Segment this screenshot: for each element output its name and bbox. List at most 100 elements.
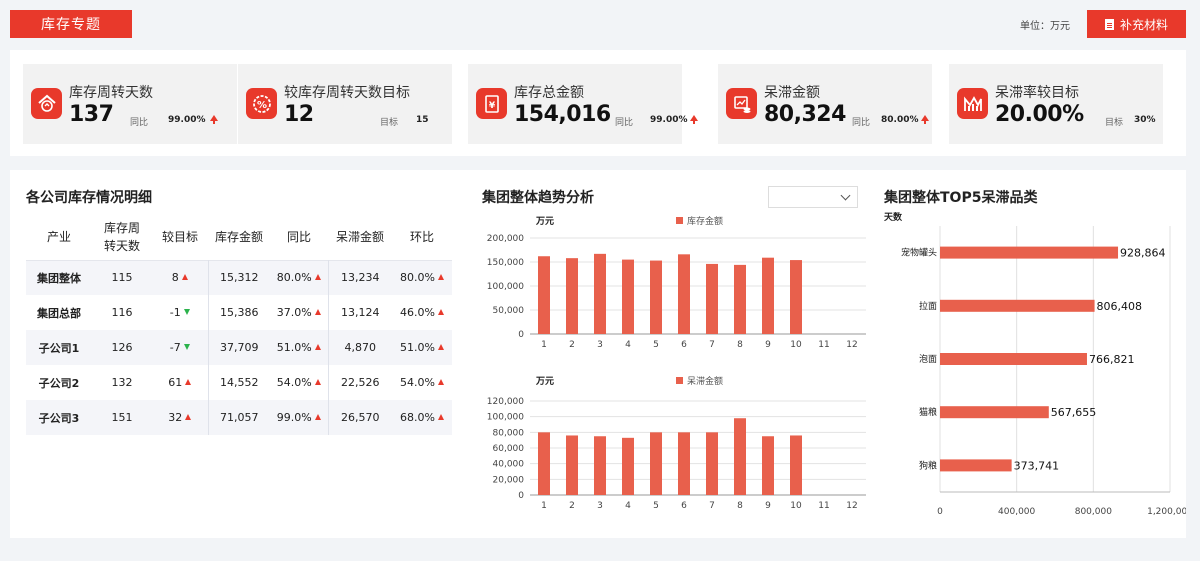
table-row[interactable]: 子公司1 126 -7 37,709 51.0% 4,870 51.0%	[26, 330, 452, 365]
cell-mom: 54.0%	[392, 365, 452, 400]
table-row[interactable]: 子公司2 132 61 14,552 54.0% 22,526 54.0%	[26, 365, 452, 400]
supplement-button[interactable]: 补充材料	[1087, 10, 1186, 38]
col-header: 环比	[409, 229, 434, 244]
legend-label: 库存金额	[687, 215, 723, 227]
trend-up-icon	[314, 379, 321, 385]
cell-vs-target: -1	[152, 295, 209, 330]
x-tick-label: 8	[737, 340, 743, 350]
stagnant-amount-chart: 万元 呆滞金额020,00040,00060,00080,000100,00012…	[487, 375, 866, 511]
x-tick-label: 9	[765, 340, 771, 350]
x-tick-label: 4	[625, 340, 631, 350]
data-label: 567,655	[1051, 406, 1097, 419]
bar	[706, 263, 718, 334]
period-dropdown[interactable]	[768, 186, 858, 208]
detail-title: 各公司库存情况明细	[26, 190, 152, 206]
data-label: 766,821	[1089, 353, 1135, 366]
trend-up-arrow-icon	[690, 115, 698, 124]
x-tick-label: 11	[818, 340, 829, 350]
trend-up-arrow-icon	[210, 115, 218, 124]
x-tick-label: 9	[765, 501, 771, 511]
kpi-title: 库存周转天数	[69, 85, 153, 101]
cell-amount: 15,312	[208, 259, 270, 295]
detail-table: 产业 库存周转天数 较目标 库存金额 同比 呆滞金额 环比 集团整体 115 8…	[26, 214, 452, 435]
col-header: 同比	[286, 229, 311, 244]
kpi-title: 库存总金额	[514, 85, 584, 101]
category-label: 狗粮	[919, 459, 937, 471]
cell-name: 子公司1	[26, 330, 92, 365]
cell-yoy: 80.0%	[270, 259, 329, 295]
bar	[678, 432, 690, 495]
cell-name: 子公司2	[38, 376, 80, 390]
bar	[940, 406, 1049, 419]
cell-amount: 71,057	[208, 400, 270, 435]
x-tick-label: 1	[541, 340, 547, 350]
x-tick-label: 10	[790, 501, 802, 511]
kpi-compare-label: 目标	[380, 118, 399, 128]
cell-days: 151	[92, 400, 152, 435]
cell-vs-target: 8	[152, 259, 209, 295]
trend-up-icon	[314, 309, 321, 315]
kpi-value: 154,016	[514, 102, 611, 127]
kpi-compare-value: 99.00%	[168, 115, 206, 125]
table-row[interactable]: 集团整体 115 8 15,312 80.0% 13,234 80.0%	[26, 259, 452, 295]
table-row[interactable]: 子公司3 151 32 71,057 99.0% 26,570 68.0%	[26, 400, 452, 435]
kpi-compare-label: 同比	[852, 118, 871, 128]
cell-days: 115	[92, 259, 152, 295]
x-tick-label: 12	[846, 340, 857, 350]
trend-up-icon	[181, 274, 188, 281]
bar	[940, 299, 1095, 312]
x-tick-label: 5	[653, 501, 659, 511]
page-title: 库存专题	[10, 10, 132, 38]
category-label: 泡面	[919, 353, 937, 365]
table-row[interactable]: 集团总部 116 -1 15,386 37.0% 13,124 46.0%	[26, 295, 452, 330]
kpi-value: 80,324	[764, 102, 846, 127]
trend-down-icon	[183, 344, 190, 350]
x-tick-label: 1,200,000	[1147, 507, 1186, 517]
y-tick-label: 40,000	[493, 460, 525, 470]
x-tick-label: 4	[625, 501, 631, 511]
trend-down-icon	[183, 309, 190, 315]
trend-up-icon	[437, 274, 444, 281]
x-tick-label: 6	[681, 501, 687, 511]
category-label: 猫粮	[919, 406, 937, 418]
kpi-card-turnover-days: 库存周转天数 137 同比 99.00%	[23, 64, 237, 144]
trend-title: 集团整体趋势分析	[482, 190, 594, 206]
y-tick-label: 150,000	[487, 258, 524, 268]
bar	[538, 432, 550, 495]
kpi-title: 呆滞率较目标	[995, 85, 1079, 101]
bar	[940, 353, 1087, 365]
svg-text:¥: ¥	[488, 101, 495, 111]
cell-days: 126	[92, 330, 152, 365]
cell-name: 子公司3	[26, 400, 92, 435]
percent-icon: %	[246, 88, 277, 119]
kpi-value: 20.00%	[995, 102, 1084, 127]
cell-yoy: 37.0%	[270, 295, 329, 330]
cell-stagnant: 13,234	[328, 259, 392, 295]
bar	[594, 436, 606, 495]
cell-stagnant: 4,870	[328, 330, 392, 365]
col-header: 产业	[46, 229, 71, 244]
supplement-button-label: 补充材料	[1119, 17, 1168, 32]
kpi-panel: 库存周转天数 137 同比 99.00% % 较库存周转天数目标 12 目标 1…	[10, 50, 1186, 156]
bar	[622, 259, 634, 334]
bar	[566, 258, 578, 334]
trend-up-icon	[437, 414, 444, 420]
y-tick-label: 200,000	[487, 234, 524, 244]
x-tick-label: 10	[790, 340, 802, 350]
bar	[940, 246, 1119, 259]
bar	[538, 256, 550, 334]
kpi-card-total-amount: ¥ 库存总金额 154,016 同比 99.00%	[468, 64, 698, 144]
trend-up-icon	[314, 274, 321, 281]
kpi-title: 呆滞金额	[764, 85, 820, 101]
bar	[678, 254, 690, 334]
cell-yoy: 54.0%	[270, 365, 329, 400]
cell-stagnant: 26,570	[328, 400, 392, 435]
chevron-down-icon	[840, 190, 851, 201]
unit-label: 单位：万元	[1020, 21, 1070, 32]
kpi-compare-label: 同比	[130, 118, 149, 128]
kpi-compare-value: 80.00%	[881, 115, 919, 125]
document-icon	[1104, 18, 1114, 30]
trend-up-icon	[437, 344, 444, 350]
y-tick-label: 120,000	[487, 397, 524, 407]
bar	[762, 436, 774, 495]
